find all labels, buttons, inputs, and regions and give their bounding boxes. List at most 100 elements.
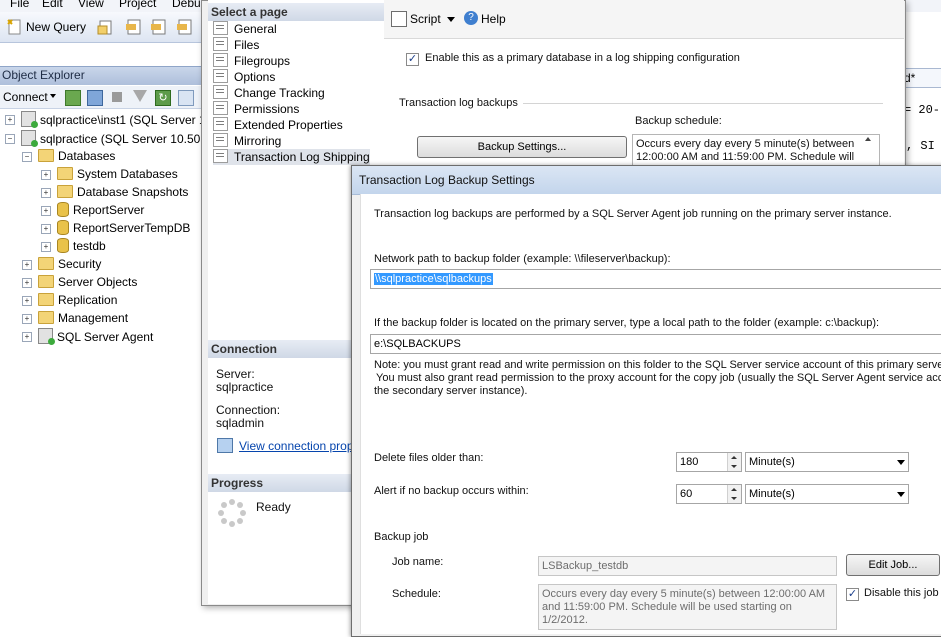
backup-job-header: Backup job bbox=[374, 531, 429, 543]
page-extended-properties[interactable]: Extended Properties bbox=[213, 117, 343, 133]
job-name-input[interactable]: LSBackup_testdb bbox=[538, 556, 837, 576]
tree-node-databases[interactable]: − Databases bbox=[22, 148, 115, 165]
script-button[interactable]: Script bbox=[410, 12, 441, 26]
local-path-input[interactable]: e:\SQLBACKUPS bbox=[370, 334, 941, 354]
menu-view[interactable]: View bbox=[78, 0, 104, 10]
filter-icon[interactable] bbox=[133, 90, 147, 102]
page-permissions[interactable]: Permissions bbox=[213, 101, 299, 117]
page-icon bbox=[213, 101, 228, 115]
edit-job-button[interactable]: Edit Job... bbox=[846, 554, 940, 576]
page-files[interactable]: Files bbox=[213, 37, 259, 53]
delete-files-value: 180 bbox=[680, 456, 699, 468]
collapse-icon[interactable]: − bbox=[22, 152, 32, 162]
tree-node-inst1[interactable]: + sqlpractice\inst1 (SQL Server 1 bbox=[5, 111, 206, 128]
server-icon bbox=[21, 130, 38, 147]
new-query-button[interactable]: New Query bbox=[26, 20, 86, 34]
spinner-arrows-icon[interactable] bbox=[727, 485, 741, 503]
refresh-icon[interactable]: ↻ bbox=[155, 90, 171, 106]
tree-node-reportserver[interactable]: + ReportServer bbox=[41, 202, 144, 219]
expand-icon[interactable]: + bbox=[22, 332, 32, 342]
tree-node-testdb[interactable]: + testdb bbox=[41, 238, 106, 255]
server-icon bbox=[21, 111, 38, 128]
network-path-label: Network path to backup folder (example: … bbox=[374, 253, 671, 265]
page-icon bbox=[213, 149, 228, 163]
tree-label: sqlpractice (SQL Server 10.50.1 bbox=[40, 132, 211, 146]
menu-file[interactable]: File bbox=[10, 0, 29, 10]
summary-icon[interactable] bbox=[178, 90, 194, 106]
expand-icon[interactable]: + bbox=[22, 296, 32, 306]
collapse-icon[interactable]: − bbox=[5, 134, 15, 144]
page-options[interactable]: Options bbox=[213, 69, 275, 85]
network-path-input[interactable]: \\sqlpractice\sqlbackups bbox=[370, 269, 941, 289]
alert-unit: Minute(s) bbox=[749, 488, 795, 500]
server-label: Server: bbox=[216, 367, 255, 381]
disable-job-label: Disable this job bbox=[864, 587, 939, 599]
expand-icon[interactable]: + bbox=[22, 260, 32, 270]
tree-node-sql-server-agent[interactable]: + SQL Server Agent bbox=[22, 328, 153, 345]
network-path-value: \\sqlpractice\sqlbackups bbox=[374, 273, 493, 285]
transaction-log-backups-label: Transaction log backups bbox=[399, 97, 518, 109]
alert-unit-select[interactable]: Minute(s) bbox=[745, 484, 909, 504]
backup-settings-button[interactable]: Backup Settings... bbox=[417, 136, 627, 158]
folder-icon bbox=[38, 257, 54, 270]
alert-label: Alert if no backup occurs within: bbox=[374, 485, 529, 497]
tree-node-server-objects[interactable]: + Server Objects bbox=[22, 274, 137, 291]
dmx-query-icon[interactable] bbox=[150, 18, 168, 36]
mdx-query-icon[interactable] bbox=[125, 18, 143, 36]
connect-dropdown-icon[interactable] bbox=[50, 94, 56, 98]
expand-icon[interactable]: + bbox=[41, 170, 51, 180]
scroll-up-icon[interactable] bbox=[865, 137, 871, 141]
tree-node-replication[interactable]: + Replication bbox=[22, 292, 117, 309]
connect-object-icon[interactable] bbox=[65, 90, 81, 106]
menu-project[interactable]: Project bbox=[119, 0, 156, 10]
expand-icon[interactable]: + bbox=[41, 224, 51, 234]
expand-icon[interactable]: + bbox=[41, 188, 51, 198]
note-line-3: the secondary server instance). bbox=[374, 385, 528, 397]
progress-status: Ready bbox=[256, 500, 291, 514]
tree-label: testdb bbox=[73, 239, 106, 253]
disable-job-checkbox[interactable]: ✓ bbox=[846, 588, 859, 601]
expand-icon[interactable]: + bbox=[41, 242, 51, 252]
tree-label: Database Snapshots bbox=[77, 185, 189, 199]
expand-icon[interactable]: + bbox=[41, 206, 51, 216]
tree-node-management[interactable]: + Management bbox=[22, 310, 128, 327]
script-dropdown-icon[interactable] bbox=[447, 17, 455, 22]
delete-files-unit-select[interactable]: Minute(s) bbox=[745, 452, 909, 472]
xmla-query-icon[interactable] bbox=[176, 18, 194, 36]
expand-icon[interactable]: + bbox=[5, 115, 15, 125]
expand-icon[interactable]: + bbox=[22, 278, 32, 288]
expand-icon[interactable]: + bbox=[22, 314, 32, 324]
backup-schedule-label: Backup schedule: bbox=[635, 115, 722, 127]
view-connection-properties-link[interactable]: View connection prope bbox=[239, 439, 360, 453]
tree-node-sqlpractice[interactable]: − sqlpractice (SQL Server 10.50.1 bbox=[5, 130, 210, 147]
page-change-tracking[interactable]: Change Tracking bbox=[213, 85, 325, 101]
database-icon bbox=[57, 220, 69, 235]
open-file-icon[interactable] bbox=[97, 18, 115, 36]
tree-node-database-snapshots[interactable]: + Database Snapshots bbox=[41, 184, 188, 201]
connection-label: Connection: bbox=[216, 403, 281, 417]
dialog-title-bar: Transaction Log Backup Settings bbox=[352, 166, 941, 195]
select-page-header: Select a page bbox=[208, 3, 384, 21]
delete-files-spinner[interactable]: 180 bbox=[676, 452, 742, 472]
page-icon bbox=[213, 37, 228, 51]
backup-schedule-box: Occurs every day every 5 minute(s) betwe… bbox=[632, 134, 880, 168]
tree-node-security[interactable]: + Security bbox=[22, 256, 101, 273]
page-filegroups[interactable]: Filegroups bbox=[213, 53, 290, 69]
tree-node-reportservertempdb[interactable]: + ReportServerTempDB bbox=[41, 220, 190, 237]
stop-icon[interactable] bbox=[112, 92, 122, 102]
page-icon bbox=[213, 117, 228, 131]
alert-spinner[interactable]: 60 bbox=[676, 484, 742, 504]
help-button[interactable]: Help bbox=[481, 12, 506, 26]
enable-primary-checkbox[interactable]: ✓ bbox=[406, 53, 419, 66]
page-general[interactable]: General bbox=[213, 21, 277, 37]
spinner-arrows-icon[interactable] bbox=[727, 453, 741, 471]
script-icon bbox=[391, 11, 407, 27]
folder-icon bbox=[38, 275, 54, 288]
page-mirroring[interactable]: Mirroring bbox=[213, 133, 281, 149]
disconnect-icon[interactable] bbox=[87, 90, 103, 106]
tree-node-system-databases[interactable]: + System Databases bbox=[41, 166, 178, 183]
page-transaction-log-shipping[interactable]: Transaction Log Shipping bbox=[213, 149, 370, 165]
menu-edit[interactable]: Edit bbox=[42, 0, 63, 10]
menu-debug[interactable]: Debu bbox=[172, 0, 201, 10]
connect-button[interactable]: Connect bbox=[3, 90, 48, 104]
